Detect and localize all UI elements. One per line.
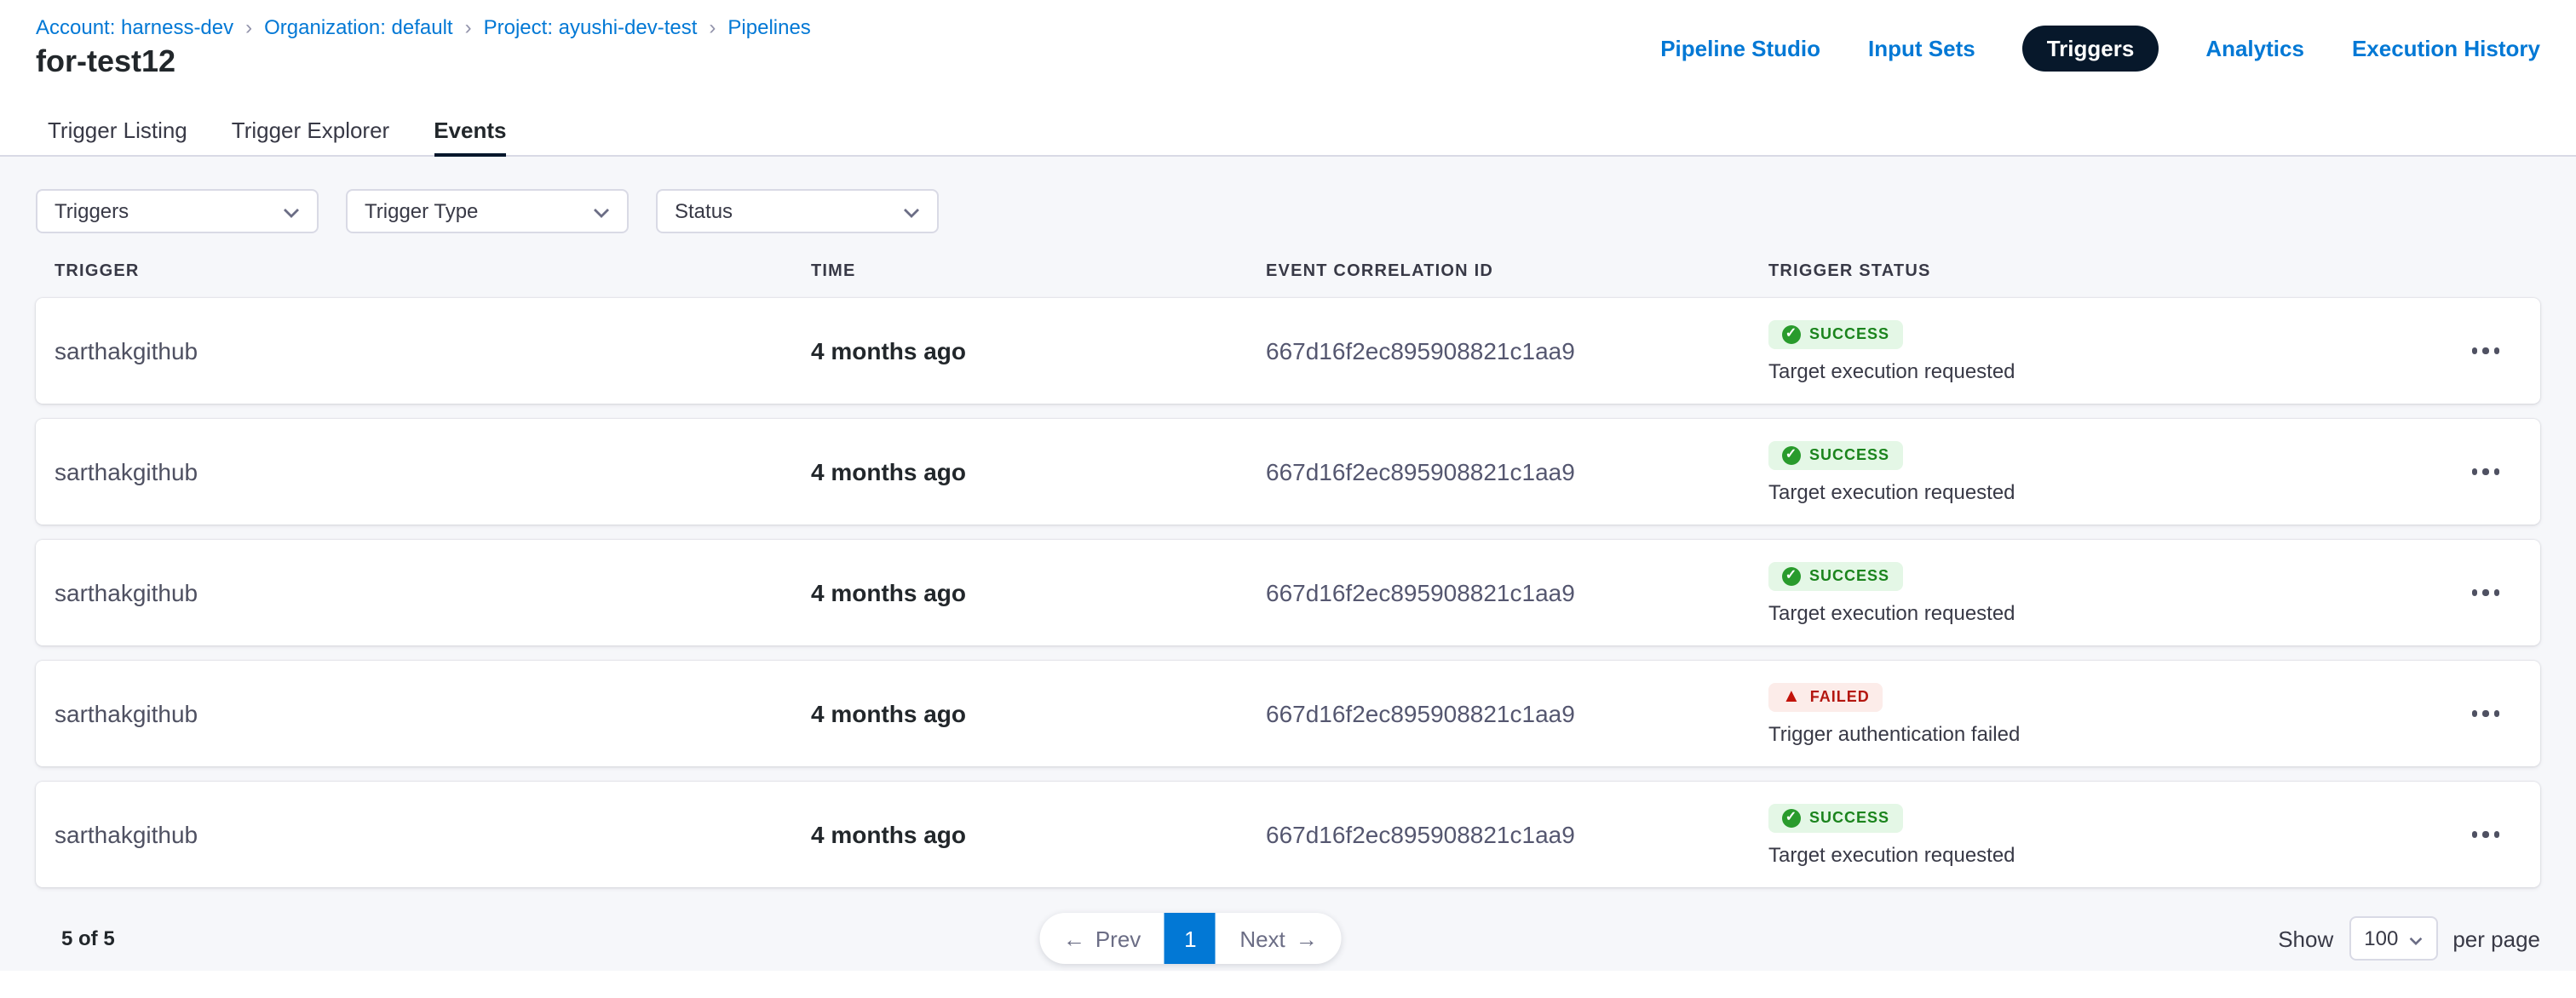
breadcrumb: Account: harness-dev › Organization: def… [36,15,811,39]
nav-pipeline-studio[interactable]: Pipeline Studio [1660,36,1820,61]
filter-bar: Triggers Trigger Type Status [36,157,2540,233]
chevron-down-icon [283,199,300,223]
tab-events[interactable]: Events [434,106,506,157]
column-header-trigger: TRIGGER [55,261,811,280]
event-time: 4 months ago [811,821,1266,848]
event-correlation-id: 667d16f2ec895908821c1aa9 [1266,821,1768,848]
nav-execution-history[interactable]: Execution History [2352,36,2540,61]
status-detail: Trigger authentication failed [1768,721,2431,745]
chevron-right-icon: › [709,17,716,37]
chevron-down-icon [593,199,610,223]
page-size-dropdown[interactable]: 100 [2349,916,2437,961]
row-menu-button[interactable] [2465,818,2507,852]
row-menu-button[interactable] [2465,576,2507,610]
next-page-button[interactable]: Next → [1216,913,1341,964]
page-size-control: Show 100 per page [2278,916,2540,961]
column-header-trigger-status: TRIGGER STATUS [1768,261,2431,280]
trigger-name: sarthakgithub [55,579,811,606]
event-correlation-id: 667d16f2ec895908821c1aa9 [1266,700,1768,727]
trigger-name: sarthakgithub [55,458,811,485]
event-time: 4 months ago [811,700,1266,727]
trigger-name: sarthakgithub [55,337,811,364]
next-label: Next [1239,926,1285,951]
check-circle-icon: ✓ [1782,808,1801,827]
row-menu-button[interactable] [2465,697,2507,731]
chevron-down-icon [2408,926,2422,950]
table-row: sarthakgithub 4 months ago 667d16f2ec895… [36,419,2540,525]
trigger-status-badge: ✓ ▲ FAILED [1768,682,1883,711]
tab-bar: Trigger Listing Trigger Explorer Events [0,106,2576,157]
status-detail: Target execution requested [1768,842,2431,866]
per-page-label: per page [2452,926,2540,951]
column-header-event-correlation-id: EVENT CORRELATION ID [1266,261,1768,280]
app-window: Account: harness-dev › Organization: def… [0,0,2576,998]
warning-icon: ▲ [1782,687,1802,706]
result-count: 5 of 5 [61,926,115,950]
pipeline-nav: Pipeline Studio Input Sets Triggers Anal… [1660,26,2540,72]
table-header: TRIGGER TIME EVENT CORRELATION ID TRIGGE… [36,257,2540,284]
event-correlation-id: 667d16f2ec895908821c1aa9 [1266,458,1768,485]
event-correlation-id: 667d16f2ec895908821c1aa9 [1266,579,1768,606]
table-row: sarthakgithub 4 months ago 667d16f2ec895… [36,298,2540,404]
page-title: for-test12 [36,44,175,80]
row-menu-button[interactable] [2465,456,2507,489]
status-detail: Target execution requested [1768,479,2431,503]
row-menu-button[interactable] [2465,335,2507,368]
column-header-time: TIME [811,261,1266,280]
event-rows: sarthakgithub 4 months ago 667d16f2ec895… [36,298,2540,887]
nav-triggers[interactable]: Triggers [2023,26,2159,72]
event-time: 4 months ago [811,337,1266,364]
event-time: 4 months ago [811,458,1266,485]
chevron-right-icon: › [245,17,252,37]
table-row: sarthakgithub 4 months ago 667d16f2ec895… [36,782,2540,887]
status-detail: Target execution requested [1768,358,2431,382]
status-label: SUCCESS [1809,567,1889,584]
trigger-status-badge: ✓ ▲ SUCCESS [1768,561,1903,590]
page-size-value: 100 [2364,926,2398,950]
chevron-right-icon: › [465,17,472,37]
check-circle-icon: ✓ [1782,445,1801,464]
triggers-filter-dropdown[interactable]: Triggers [36,189,319,233]
status-detail: Target execution requested [1768,600,2431,624]
prev-label: Prev [1095,926,1141,951]
event-time: 4 months ago [811,579,1266,606]
trigger-status-badge: ✓ ▲ SUCCESS [1768,803,1903,832]
current-page-button[interactable]: 1 [1164,913,1216,964]
check-circle-icon: ✓ [1782,566,1801,585]
show-label: Show [2278,926,2333,951]
breadcrumb-organization[interactable]: Organization: default [264,15,453,39]
prev-page-button[interactable]: ← Prev [1039,913,1164,964]
nav-analytics[interactable]: Analytics [2205,36,2304,61]
table-row: sarthakgithub 4 months ago 667d16f2ec895… [36,661,2540,766]
nav-input-sets[interactable]: Input Sets [1868,36,1975,61]
trigger-status-badge: ✓ ▲ SUCCESS [1768,319,1903,348]
breadcrumb-project[interactable]: Project: ayushi-dev-test [484,15,698,39]
arrow-right-icon: → [1296,926,1318,951]
status-label: SUCCESS [1809,446,1889,463]
check-circle-icon: ✓ [1782,324,1801,343]
trigger-status-badge: ✓ ▲ SUCCESS [1768,440,1903,469]
trigger-name: sarthakgithub [55,821,811,848]
filter-label: Status [675,199,733,223]
filter-label: Trigger Type [365,199,478,223]
breadcrumb-account[interactable]: Account: harness-dev [36,15,233,39]
arrow-left-icon: ← [1063,926,1085,951]
tab-trigger-listing[interactable]: Trigger Listing [48,106,187,157]
page-header: Account: harness-dev › Organization: def… [0,0,2576,106]
pager: ← Prev 1 Next → [1039,913,1342,964]
filter-label: Triggers [55,199,129,223]
trigger-name: sarthakgithub [55,700,811,727]
status-label: SUCCESS [1809,809,1889,826]
table-row: sarthakgithub 4 months ago 667d16f2ec895… [36,540,2540,645]
trigger-type-filter-dropdown[interactable]: Trigger Type [346,189,629,233]
pagination-bar: 5 of 5 ← Prev 1 Next → Show 100 per pa [36,911,2540,966]
breadcrumb-pipelines[interactable]: Pipelines [727,15,810,39]
status-filter-dropdown[interactable]: Status [656,189,939,233]
chevron-down-icon [903,199,920,223]
event-correlation-id: 667d16f2ec895908821c1aa9 [1266,337,1768,364]
status-label: FAILED [1810,688,1870,705]
status-label: SUCCESS [1809,325,1889,342]
events-panel: Triggers Trigger Type Status TRIGGER TIM… [0,157,2576,971]
tab-trigger-explorer[interactable]: Trigger Explorer [232,106,389,157]
